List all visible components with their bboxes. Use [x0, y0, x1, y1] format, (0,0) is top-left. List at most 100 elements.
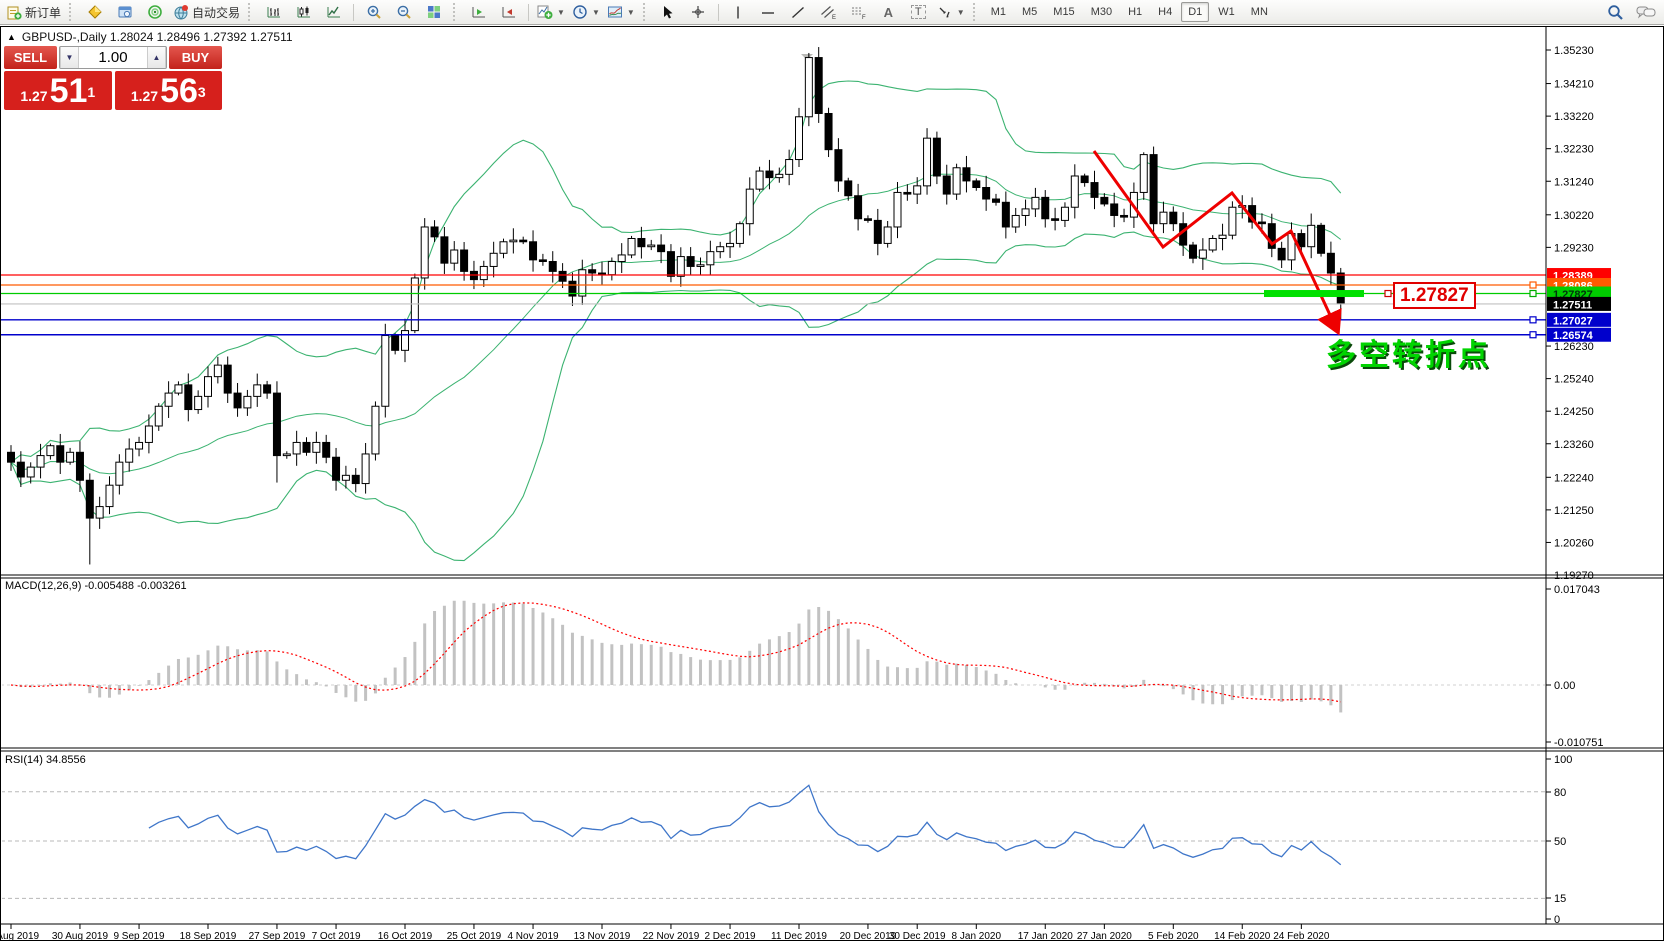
- sell-price-small: 1.27: [20, 88, 47, 104]
- zoom-in-icon: [366, 4, 382, 20]
- svg-text:1.22240: 1.22240: [1554, 472, 1594, 484]
- sell-button[interactable]: SELL: [4, 46, 57, 69]
- svg-text:25 Oct 2019: 25 Oct 2019: [447, 931, 502, 941]
- svg-text:1.21250: 1.21250: [1554, 505, 1594, 517]
- svg-text:1.35230: 1.35230: [1554, 45, 1594, 57]
- periods-button[interactable]: ▼: [569, 2, 603, 23]
- vertical-line-button[interactable]: [724, 2, 753, 23]
- svg-text:0.00: 0.00: [1554, 680, 1575, 692]
- timeframe-h4[interactable]: H4: [1151, 2, 1179, 22]
- channel-button[interactable]: E: [814, 2, 843, 23]
- auto-trading-button[interactable]: 自动交易: [170, 2, 243, 23]
- svg-text:0.017043: 0.017043: [1554, 584, 1600, 596]
- svg-text:1.25240: 1.25240: [1554, 374, 1594, 386]
- svg-text:1.23260: 1.23260: [1554, 439, 1594, 451]
- timeframe-m30[interactable]: M30: [1084, 2, 1119, 22]
- indicators-button[interactable]: ▼: [534, 2, 568, 23]
- chart-shift-button[interactable]: [494, 2, 523, 23]
- chat-button[interactable]: [1631, 2, 1660, 23]
- auto-scroll-button[interactable]: [464, 2, 493, 23]
- search-icon: [1607, 4, 1624, 21]
- svg-text:0: 0: [1554, 914, 1560, 926]
- candlestick-button[interactable]: [289, 2, 318, 23]
- timeframe-d1[interactable]: D1: [1181, 2, 1209, 22]
- arrows-caret: ▼: [957, 8, 965, 17]
- price-chart-canvas[interactable]: 1.352301.342101.332201.322301.312401.302…: [1, 27, 1664, 941]
- buy-price-big: 56: [160, 73, 198, 109]
- svg-text:22 Nov 2019: 22 Nov 2019: [643, 931, 700, 941]
- svg-text:1.29230: 1.29230: [1554, 242, 1594, 254]
- svg-text:14 Feb 2020: 14 Feb 2020: [1214, 931, 1271, 941]
- signals-button[interactable]: [140, 2, 169, 23]
- timeframe-m15[interactable]: M15: [1046, 2, 1081, 22]
- svg-text:8 Jan 2020: 8 Jan 2020: [952, 931, 1002, 941]
- rsi-label: RSI(14) 34.8556: [5, 754, 86, 766]
- line-chart-button[interactable]: [319, 2, 348, 23]
- horizontal-line-button[interactable]: [754, 2, 783, 23]
- cursor-icon: [661, 5, 676, 20]
- svg-text:9 Sep 2019: 9 Sep 2019: [113, 931, 165, 941]
- trendline-button[interactable]: [784, 2, 813, 23]
- svg-text:18 Sep 2019: 18 Sep 2019: [180, 931, 237, 941]
- history-center-button[interactable]: [80, 2, 109, 23]
- tile-windows-button[interactable]: [419, 2, 448, 23]
- volume-increase-button[interactable]: ▲: [147, 47, 166, 68]
- fibonacci-button[interactable]: F: [844, 2, 873, 23]
- new-order-button[interactable]: 新订单: [4, 2, 64, 23]
- sell-price-big: 51: [50, 73, 88, 109]
- timeframe-w1[interactable]: W1: [1211, 2, 1242, 22]
- trendline-icon: [790, 5, 806, 20]
- svg-text:5 Feb 2020: 5 Feb 2020: [1148, 931, 1199, 941]
- sell-quote-button[interactable]: 1.27 51 1: [4, 71, 112, 110]
- chat-icon: [1636, 4, 1656, 20]
- timeframe-m1[interactable]: M1: [984, 2, 1013, 22]
- template-icon: [607, 4, 623, 20]
- svg-text:F: F: [862, 15, 866, 20]
- svg-text:1.32230: 1.32230: [1554, 144, 1594, 156]
- auto-trading-label: 自动交易: [192, 4, 240, 21]
- volume-value[interactable]: 1.00: [79, 47, 147, 68]
- timeframe-mn[interactable]: MN: [1244, 2, 1275, 22]
- vertical-line-icon: [731, 5, 745, 20]
- candlestick-icon: [296, 4, 312, 20]
- text-button[interactable]: A: [874, 2, 903, 23]
- main-toolbar: 新订单 自动交易 ▼ ▼: [0, 0, 1664, 25]
- text-tool-icon: A: [884, 5, 893, 20]
- line-chart-icon: [326, 4, 342, 20]
- zoom-in-button[interactable]: [359, 2, 388, 23]
- timeframe-m5[interactable]: M5: [1015, 2, 1044, 22]
- svg-text:1.31240: 1.31240: [1554, 176, 1594, 188]
- timeframe-h1[interactable]: H1: [1121, 2, 1149, 22]
- arrows-button[interactable]: ▼: [934, 2, 968, 23]
- buy-button[interactable]: BUY: [169, 46, 222, 69]
- price-callout-box[interactable]: 1.27827: [1393, 282, 1476, 309]
- label-button[interactable]: T: [904, 2, 933, 23]
- tile-windows-icon: [426, 4, 442, 20]
- svg-text:1.19270: 1.19270: [1554, 570, 1594, 582]
- chart-window[interactable]: ▲ GBPUSD-,Daily 1.28024 1.28496 1.27392 …: [0, 26, 1664, 941]
- search-button[interactable]: [1601, 2, 1630, 23]
- autotrade-globe-icon: [173, 4, 189, 20]
- templates-caret: ▼: [627, 8, 635, 17]
- svg-text:-0.010751: -0.010751: [1554, 737, 1604, 749]
- bar-chart-icon: [266, 4, 282, 20]
- buy-quote-button[interactable]: 1.27 56 3: [115, 71, 223, 110]
- svg-text:1.27511: 1.27511: [1553, 299, 1592, 311]
- templates-button[interactable]: ▼: [604, 2, 638, 23]
- horizontal-line-icon: [760, 5, 776, 20]
- data-window-button[interactable]: [110, 2, 139, 23]
- volume-decrease-button[interactable]: ▼: [60, 47, 79, 68]
- new-order-label: 新订单: [25, 4, 61, 21]
- svg-text:4 Nov 2019: 4 Nov 2019: [507, 931, 559, 941]
- chinese-annotation[interactable]: 多空转折点: [1326, 330, 1491, 374]
- svg-text:2 Dec 2019: 2 Dec 2019: [704, 931, 756, 941]
- zoom-out-button[interactable]: [389, 2, 418, 23]
- svg-text:16 Oct 2019: 16 Oct 2019: [378, 931, 433, 941]
- bar-chart-button[interactable]: [259, 2, 288, 23]
- svg-text:27 Sep 2019: 27 Sep 2019: [249, 931, 306, 941]
- svg-text:15: 15: [1554, 893, 1566, 905]
- crosshair-button[interactable]: [684, 2, 713, 23]
- equidistant-channel-icon: E: [820, 4, 837, 20]
- mt4-application: { "toolbar": { "new_order_label": "新订单",…: [0, 0, 1664, 941]
- cursor-button[interactable]: [654, 2, 683, 23]
